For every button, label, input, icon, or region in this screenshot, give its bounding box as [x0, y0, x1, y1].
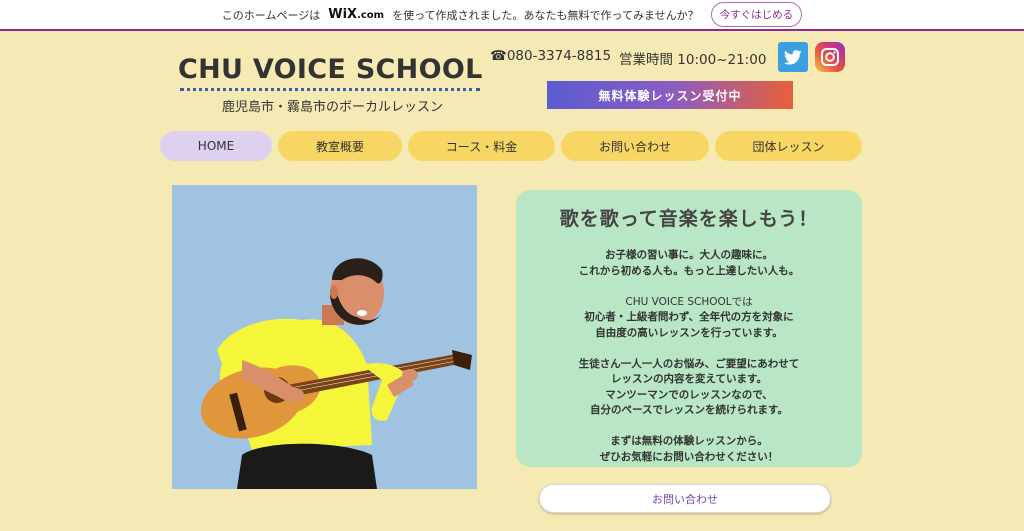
intro-line: ぜひお気軽にお問い合わせください！ — [599, 450, 779, 463]
wix-banner: このホームページは WiX.com を使って作成されました。あなたも無料で作って… — [0, 0, 1024, 31]
nav-courses[interactable]: コース・料金 — [408, 131, 555, 161]
phone-number: ☎080-3374-8815 — [490, 48, 612, 64]
intro-line: 生徒さん一人一人のお悩み、ご要望にあわせて — [578, 357, 800, 370]
wix-banner-text-after: を使って作成されました。あなたも無料で作ってみませんか？ — [392, 8, 699, 22]
guitarist-image — [201, 258, 472, 489]
intro-line: これから初める人も。もっと上達したい人も。 — [578, 264, 800, 277]
wix-logo-main: WiX — [328, 7, 358, 22]
site-logo[interactable]: CHU VOICE SCHOOL — [178, 54, 483, 85]
intro-line: 自由度の高いレッスンを行っています。 — [595, 326, 783, 339]
intro-card-title: 歌を歌って音楽を楽しもう！ — [559, 208, 819, 230]
contact-button[interactable]: お問い合わせ — [539, 484, 831, 513]
intro-line: CHU VOICE SCHOOLでは — [625, 295, 753, 308]
intro-line: マンツーマンでのレッスンなので、 — [605, 388, 773, 401]
wix-banner-text-before: このホームページは — [221, 8, 321, 22]
twitter-button[interactable] — [778, 42, 808, 72]
intro-line: レッスンの内容を変えています。 — [611, 373, 767, 385]
intro-line: お子様の習い事に。大人の趣味に。 — [605, 249, 773, 261]
guitar-player-illustration — [172, 185, 477, 489]
logo-underline — [180, 88, 480, 91]
intro-line: まずは無料の体験レッスンから。 — [610, 435, 768, 447]
intro-line: 初心者・上級者問わず、全年代の方を対象に — [584, 311, 794, 323]
instagram-icon — [821, 48, 839, 66]
intro-card: 歌を歌って音楽を楽しもう！ お子様の習い事に。大人の趣味に。 これから初める人も… — [516, 190, 862, 467]
nav-about[interactable]: 教室概要 — [278, 131, 402, 161]
wix-logo-suffix: .com — [357, 10, 385, 21]
free-trial-banner[interactable]: 無料体験レッスン受付中 — [547, 81, 793, 109]
intro-line: 自分のペースでレッスンを続けられます。 — [590, 404, 788, 416]
intro-card-body: お子様の習い事に。大人の趣味に。 これから初める人も。もっと上達したい人も。 C… — [516, 248, 862, 481]
nav-contact[interactable]: お問い合わせ — [561, 131, 709, 161]
instagram-button[interactable] — [815, 42, 845, 72]
nav-home[interactable]: HOME — [160, 131, 272, 161]
business-hours: 営業時間 10:00~21:00 — [619, 52, 767, 68]
nav-group-lessons[interactable]: 団体レッスン — [715, 131, 862, 161]
twitter-icon — [784, 49, 802, 65]
wix-start-now-button[interactable]: 今すぐはじめる — [710, 2, 803, 27]
site-subtitle: 鹿児島市・霧島市のボーカルレッスン — [222, 100, 444, 115]
wix-logo: WiX.com — [328, 7, 384, 22]
